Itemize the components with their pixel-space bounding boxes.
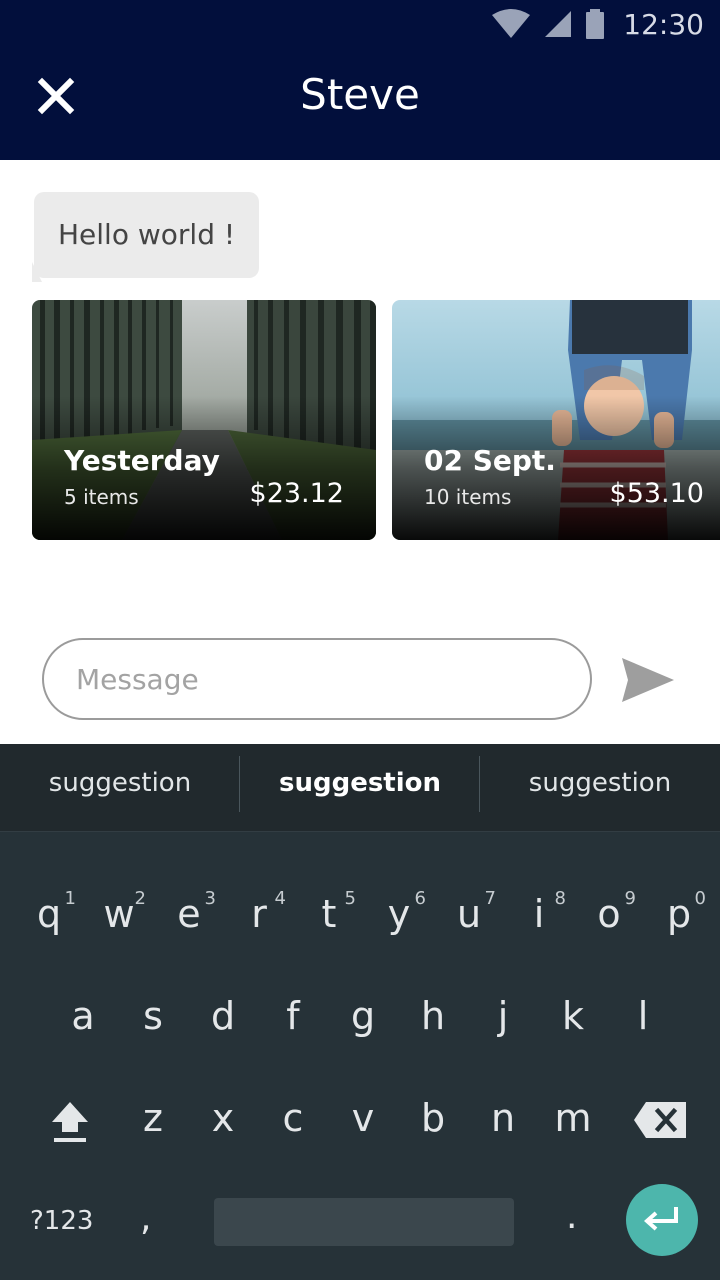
status-time: 12:30 <box>623 7 704 41</box>
send-icon <box>622 658 674 702</box>
key-c[interactable]: c <box>258 1096 328 1152</box>
shift-key[interactable] <box>46 1098 94 1146</box>
key-letter: o <box>597 892 621 936</box>
key-p[interactable]: p0 <box>644 888 714 948</box>
soft-keyboard: suggestion suggestion suggestion q1 w2 e… <box>0 744 720 1280</box>
key-w[interactable]: w2 <box>84 888 154 948</box>
key-letter: r <box>251 892 267 936</box>
key-letter: t <box>321 892 337 936</box>
key-m[interactable]: m <box>538 1096 608 1152</box>
key-q[interactable]: q1 <box>14 888 84 948</box>
key-a[interactable]: a <box>48 994 118 1050</box>
card-title: Yesterday <box>64 444 220 477</box>
key-number-hint: 1 <box>64 888 76 909</box>
key-n[interactable]: n <box>468 1096 538 1152</box>
key-number-hint: 5 <box>344 888 356 909</box>
key-f[interactable]: f <box>258 994 328 1050</box>
key-letter: y <box>387 892 411 936</box>
key-g[interactable]: g <box>328 994 398 1050</box>
key-letter: q <box>36 892 62 936</box>
backspace-icon <box>634 1102 686 1138</box>
send-button[interactable] <box>618 656 678 704</box>
key-r[interactable]: r4 <box>224 888 294 948</box>
battery-icon <box>586 9 605 39</box>
key-letter: e <box>177 892 201 936</box>
key-letter: p <box>666 892 692 936</box>
key-number-hint: 0 <box>694 888 706 909</box>
key-number-hint: 7 <box>484 888 496 909</box>
key-number-hint: 9 <box>624 888 636 909</box>
wifi-icon <box>492 9 531 38</box>
suggestion-bar: suggestion suggestion suggestion <box>0 744 720 832</box>
key-u[interactable]: u7 <box>434 888 504 948</box>
card-title: 02 Sept. <box>424 444 556 477</box>
comma-key[interactable]: , <box>140 1198 164 1239</box>
message-input[interactable] <box>42 638 592 720</box>
key-x[interactable]: x <box>188 1096 258 1152</box>
card-price: $23.12 <box>249 478 344 509</box>
key-number-hint: 8 <box>554 888 566 909</box>
key-i[interactable]: i8 <box>504 888 574 948</box>
card-item-count: 5 items <box>64 485 139 509</box>
card-price: $53.10 <box>609 478 704 509</box>
shift-icon <box>52 1102 88 1142</box>
enter-icon <box>643 1207 678 1231</box>
chat-bubble: Hello world ! <box>34 192 260 278</box>
key-d[interactable]: d <box>188 994 258 1050</box>
chat-bubble-tail <box>32 262 42 282</box>
key-j[interactable]: j <box>468 994 538 1050</box>
key-l[interactable]: l <box>608 994 678 1050</box>
key-b[interactable]: b <box>398 1096 468 1152</box>
suggestion-center[interactable]: suggestion <box>240 744 480 832</box>
key-o[interactable]: o9 <box>574 888 644 948</box>
signal-icon <box>545 11 572 37</box>
key-k[interactable]: k <box>538 994 608 1050</box>
order-card-yesterday[interactable]: Yesterday 5 items $23.12 <box>32 300 376 540</box>
symbols-key[interactable]: ?123 <box>30 1206 93 1236</box>
suggestion-left[interactable]: suggestion <box>0 744 240 832</box>
key-number-hint: 2 <box>134 888 146 909</box>
key-t[interactable]: t5 <box>294 888 364 948</box>
backspace-key[interactable] <box>632 1100 688 1140</box>
app-bar: 12:30 Steve <box>0 0 720 160</box>
key-s[interactable]: s <box>118 994 188 1050</box>
status-bar: 12:30 <box>491 0 720 48</box>
key-y[interactable]: y6 <box>364 888 434 948</box>
key-number-hint: 6 <box>414 888 426 909</box>
suggestion-right[interactable]: suggestion <box>480 744 720 832</box>
key-letter: i <box>533 892 545 936</box>
key-letter: w <box>103 892 135 936</box>
key-number-hint: 4 <box>274 888 286 909</box>
space-key[interactable] <box>214 1198 514 1246</box>
key-h[interactable]: h <box>398 994 468 1050</box>
period-key[interactable]: . <box>566 1196 577 1237</box>
key-v[interactable]: v <box>328 1096 398 1152</box>
card-item-count: 10 items <box>424 485 512 509</box>
order-card-02-sept[interactable]: 02 Sept. 10 items $53.10 <box>392 300 720 540</box>
key-z[interactable]: z <box>118 1096 188 1152</box>
enter-key[interactable] <box>626 1184 698 1256</box>
page-title: Steve <box>300 70 420 119</box>
key-letter: u <box>456 892 482 936</box>
key-number-hint: 3 <box>204 888 216 909</box>
key-e[interactable]: e3 <box>154 888 224 948</box>
